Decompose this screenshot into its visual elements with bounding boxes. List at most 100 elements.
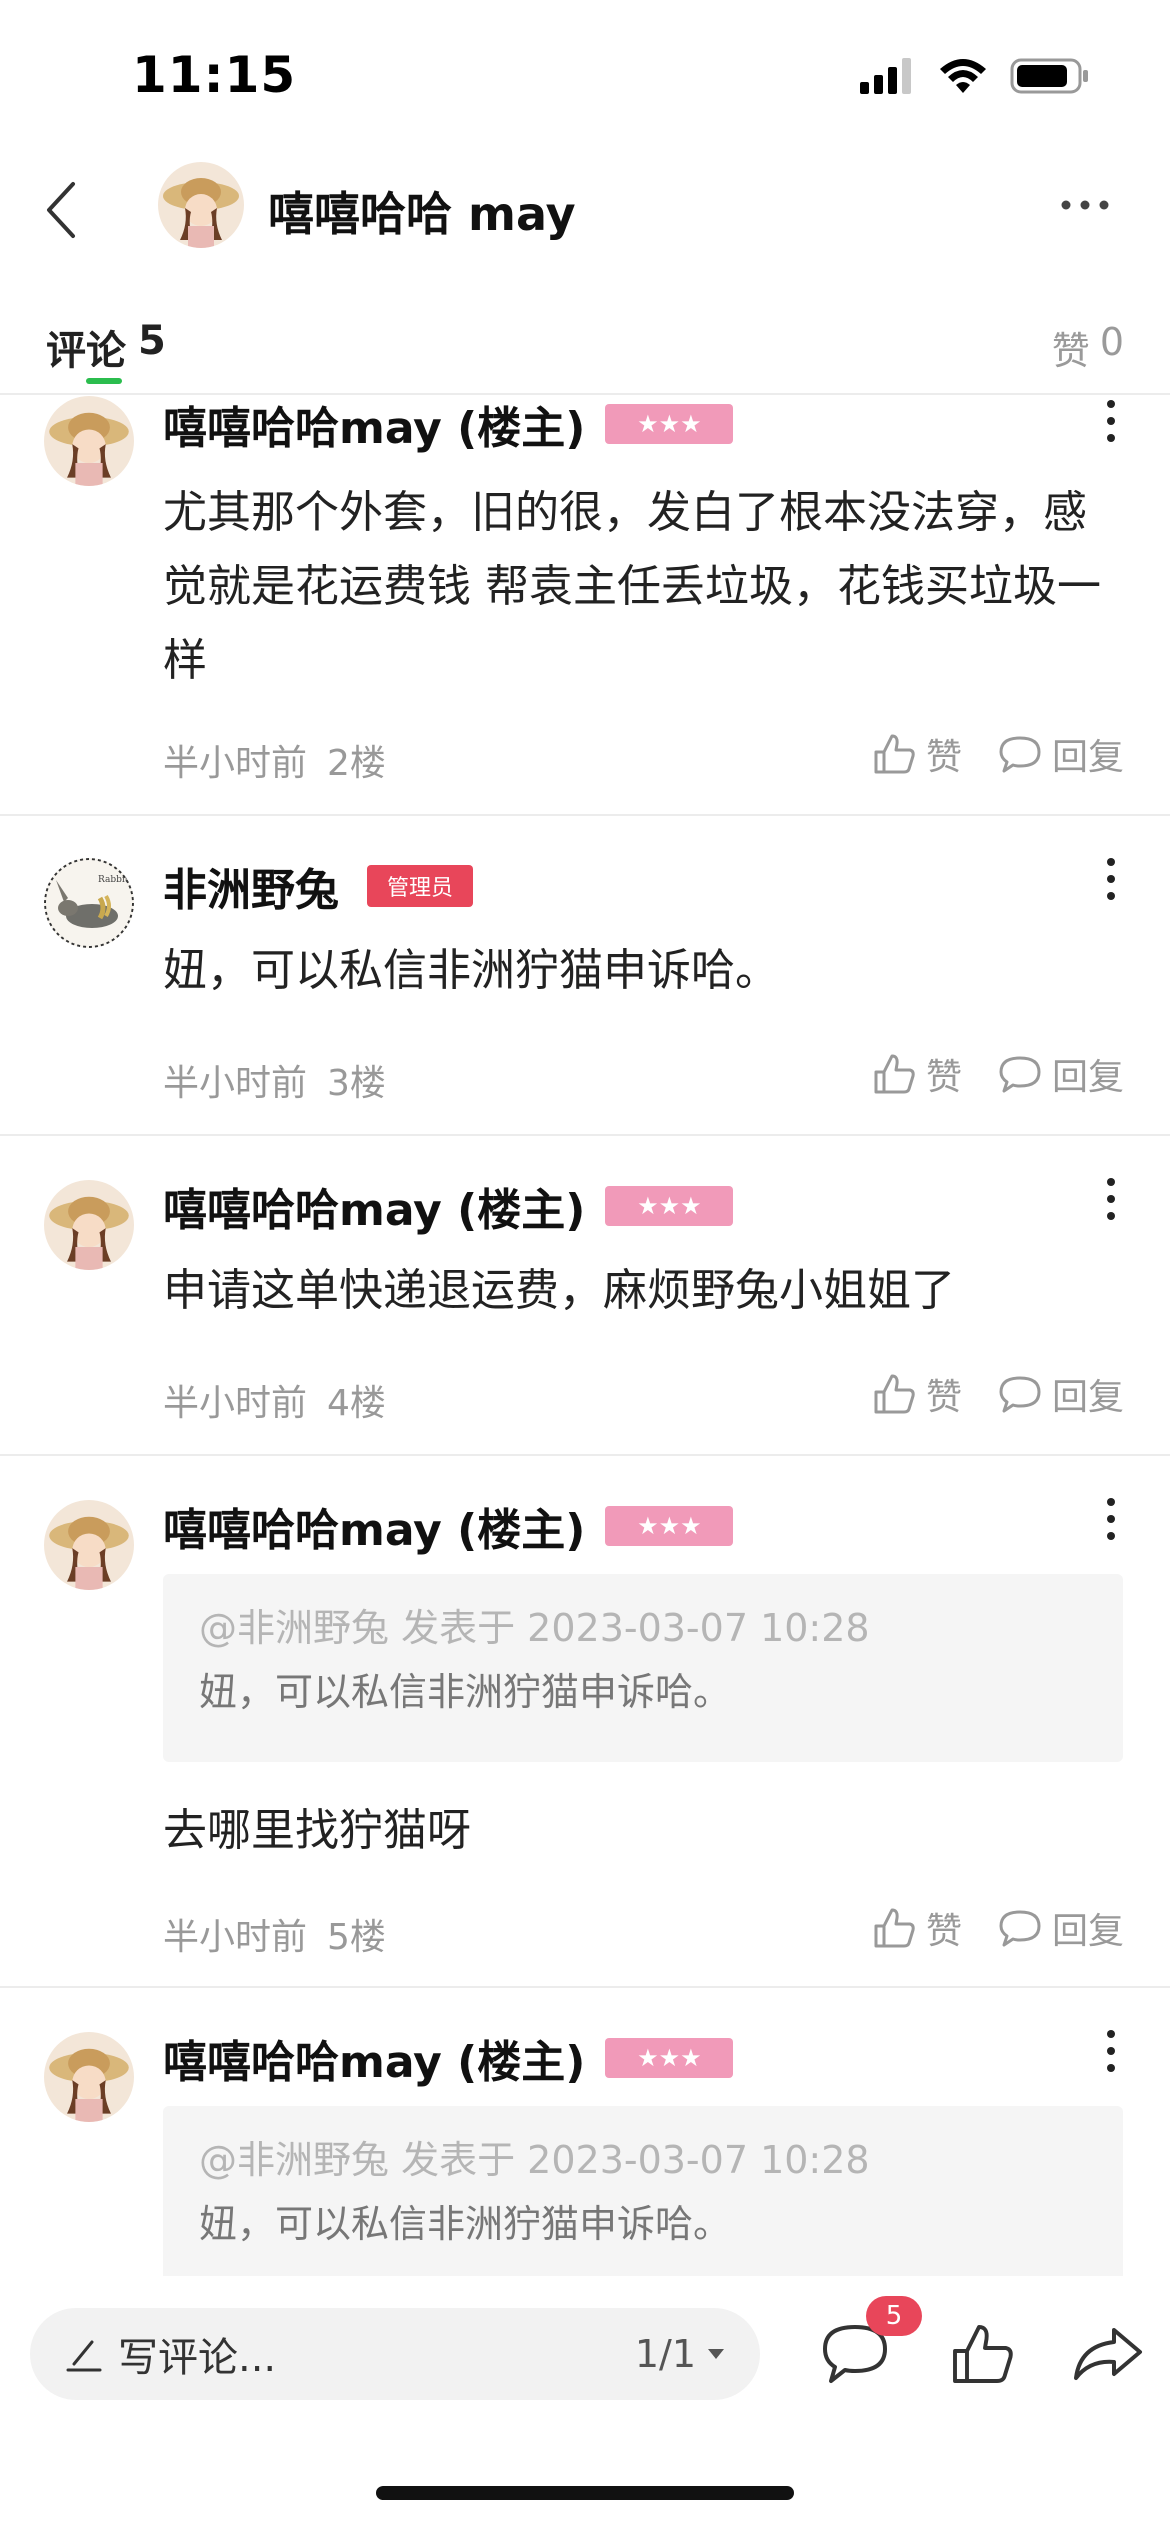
- comment-list[interactable]: 嘻嘻哈哈may (楼主) ★★★ 尤其那个外套，旧的很，发白了根本没法穿，感觉就…: [0, 396, 1170, 2276]
- tab-comments[interactable]: 评论 5: [46, 318, 166, 376]
- comment-count-badge: 5: [866, 2296, 922, 2336]
- avatar-illustration: [44, 2032, 134, 2122]
- wifi-icon: [940, 59, 986, 93]
- comment-input[interactable]: 写评论... 1/1: [30, 2308, 760, 2400]
- speech-bubble-icon: [999, 1376, 1041, 1413]
- share-button[interactable]: [1068, 2314, 1148, 2394]
- comment-floor: 2楼: [327, 743, 386, 784]
- level-badge: ★★★: [605, 2038, 734, 2078]
- like-label: 赞: [925, 1057, 962, 1098]
- comment-item: 嘻嘻哈哈may (楼主) ★★★ 尤其那个外套，旧的很，发白了根本没法穿，感觉就…: [0, 396, 1170, 816]
- comment-floor: 5楼: [327, 1917, 386, 1958]
- caret-down-icon: [708, 2349, 724, 2359]
- comment-input-placeholder: 写评论...: [118, 2335, 277, 2381]
- reply-label: 回复: [1051, 1377, 1124, 1418]
- quote-meta: @非洲野兔 发表于 2023-03-07 10:28: [199, 1606, 870, 1650]
- status-icons: [860, 56, 1090, 96]
- reply-button[interactable]: 回复: [998, 1368, 1124, 1420]
- quote-text: 妞，可以私信非洲狞猫申诉哈。: [199, 2202, 732, 2246]
- comment-actions: 赞 回复: [872, 1902, 1124, 1954]
- comment-more-button[interactable]: [1096, 1494, 1126, 1544]
- comment-more-button[interactable]: [1096, 1174, 1126, 1224]
- like-label: 赞: [925, 1377, 962, 1418]
- back-button[interactable]: [30, 175, 90, 245]
- thumbs-up-icon: [953, 2325, 1013, 2383]
- avatar[interactable]: [158, 162, 244, 248]
- comment-meta: 半小时前 4楼: [163, 1374, 386, 1426]
- comment-time: 半小时前: [163, 1383, 308, 1424]
- comment-header: 嘻嘻哈哈may (楼主) ★★★: [163, 1174, 734, 1238]
- avatar-illustration: [44, 396, 134, 486]
- comment-header: 非洲野兔 管理员: [163, 854, 474, 918]
- quoted-comment[interactable]: @非洲野兔 发表于 2023-03-07 10:28 妞，可以私信非洲狞猫申诉哈…: [163, 2106, 1123, 2276]
- page-selector[interactable]: 1/1: [635, 2332, 726, 2376]
- avatar-illustration: [158, 162, 244, 248]
- comment-header: 嘻嘻哈哈may (楼主) ★★★: [163, 2026, 734, 2090]
- svg-text:Rabbit: Rabbit: [98, 875, 129, 885]
- comment-text: 尤其那个外套，旧的很，发白了根本没法穿，感觉就是花运费钱 帮袁主任丢垃圾，花钱买…: [163, 487, 1101, 686]
- comment-actions: 赞 回复: [872, 1368, 1124, 1420]
- comment-actions: 赞 回复: [872, 728, 1124, 780]
- comment-more-button[interactable]: [1096, 396, 1126, 446]
- comment-avatar[interactable]: [44, 396, 134, 486]
- comment-header: 嘻嘻哈哈may (楼主) ★★★: [163, 396, 734, 456]
- comment-floor: 3楼: [327, 1063, 386, 1104]
- tab-bar: 评论 5 赞 0: [0, 300, 1170, 395]
- comment-header: 嘻嘻哈哈may (楼主) ★★★: [163, 1494, 734, 1558]
- comment-author[interactable]: 嘻嘻哈哈may (楼主): [163, 396, 585, 456]
- like-button[interactable]: 赞: [872, 1902, 962, 1954]
- comment-meta: 半小时前 3楼: [163, 1054, 386, 1106]
- page-indicator: 1/1: [634, 2332, 696, 2376]
- comment-more-button[interactable]: [1096, 2026, 1126, 2076]
- quote-meta: @非洲野兔 发表于 2023-03-07 10:28: [199, 2138, 870, 2182]
- nav-header: 嘻嘻哈哈 may: [0, 150, 1170, 270]
- like-label: 赞: [925, 1911, 962, 1952]
- comment-author[interactable]: 嘻嘻哈哈may (楼主): [163, 2026, 585, 2090]
- thumbs-up-icon: [874, 1054, 915, 1094]
- tab-likes[interactable]: 赞 0: [1052, 320, 1124, 375]
- status-time: 11:15: [132, 46, 297, 104]
- comment-author[interactable]: 非洲野兔: [163, 854, 339, 918]
- pen-icon: [66, 2340, 102, 2372]
- like-button[interactable]: 赞: [872, 728, 962, 780]
- reply-button[interactable]: 回复: [998, 1048, 1124, 1100]
- like-post-button[interactable]: [942, 2314, 1022, 2394]
- speech-bubble-icon: [999, 736, 1041, 773]
- comment-avatar[interactable]: [44, 1180, 134, 1270]
- comment-floor: 4楼: [327, 1383, 386, 1424]
- comment-meta: 半小时前 5楼: [163, 1908, 386, 1960]
- reply-label: 回复: [1051, 1911, 1124, 1952]
- quoted-comment[interactable]: @非洲野兔 发表于 2023-03-07 10:28 妞，可以私信非洲狞猫申诉哈…: [163, 1574, 1123, 1762]
- like-button[interactable]: 赞: [872, 1048, 962, 1100]
- comment-more-button[interactable]: [1096, 854, 1126, 904]
- comment-text: 妞，可以私信非洲狞猫申诉哈。: [163, 945, 779, 996]
- more-button[interactable]: [1050, 180, 1120, 230]
- comment-author[interactable]: 嘻嘻哈哈may (楼主): [163, 1174, 585, 1238]
- home-indicator[interactable]: [376, 2486, 794, 2500]
- comment-actions: 赞 回复: [872, 1048, 1124, 1100]
- comment-item: 嘻嘻哈哈may (楼主) ★★★ @非洲野兔 发表于 2023-03-07 10…: [0, 1988, 1170, 2276]
- rabbit-avatar-illustration: Rabbit: [44, 858, 134, 948]
- reply-button[interactable]: 回复: [998, 1902, 1124, 1954]
- speech-bubble-icon: [999, 1910, 1041, 1947]
- avatar-illustration: [44, 1500, 134, 1590]
- battery-icon: [1010, 58, 1088, 94]
- more-dots-icon: [1061, 200, 1109, 210]
- like-button[interactable]: 赞: [872, 1368, 962, 1420]
- level-badge: ★★★: [605, 404, 734, 444]
- comment-avatar[interactable]: [44, 2032, 134, 2122]
- comment-text: 申请这单快递退运费，麻烦野兔小姐姐了: [163, 1265, 955, 1316]
- comment-time: 半小时前: [163, 1063, 308, 1104]
- comment-author[interactable]: 嘻嘻哈哈may (楼主): [163, 1494, 585, 1558]
- comment-avatar[interactable]: [44, 1500, 134, 1590]
- comment-avatar[interactable]: Rabbit: [44, 858, 134, 948]
- thumbs-up-icon: [874, 1908, 915, 1948]
- thumbs-up-icon: [874, 1374, 915, 1414]
- tab-active-indicator: [86, 378, 122, 384]
- reply-button[interactable]: 回复: [998, 728, 1124, 780]
- tab-likes-label: 赞: [1051, 329, 1090, 373]
- level-badge: ★★★: [605, 1186, 734, 1226]
- like-label: 赞: [925, 737, 962, 778]
- comment-item: Rabbit 非洲野兔 管理员 妞，可以私信非洲狞猫申诉哈。 半小时前 3楼 赞…: [0, 816, 1170, 1136]
- level-badge: ★★★: [605, 1506, 734, 1546]
